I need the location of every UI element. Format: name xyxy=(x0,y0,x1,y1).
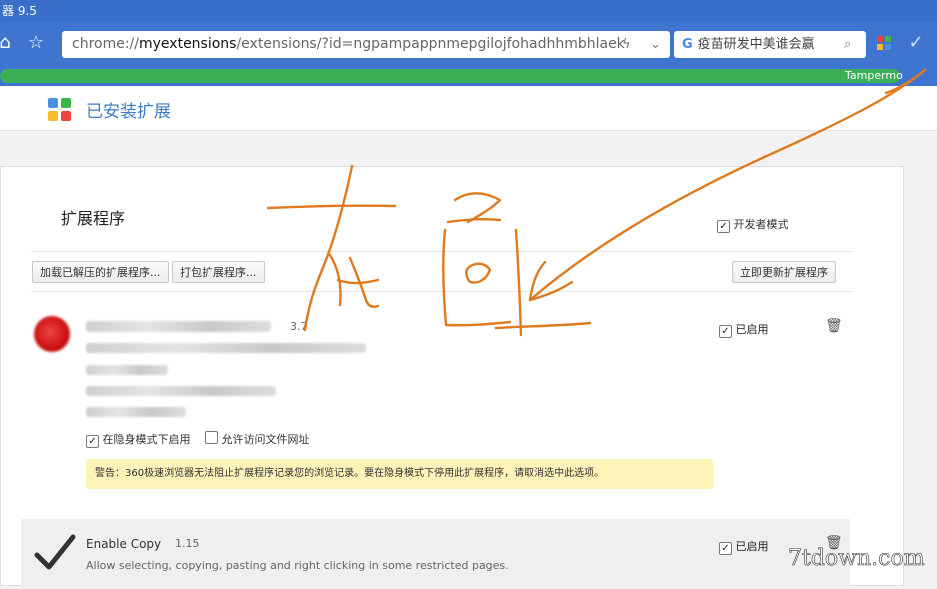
blurred-id-line xyxy=(86,386,276,396)
chevron-down-icon[interactable]: ⌄ xyxy=(650,31,661,58)
enabled-checkbox[interactable]: ✓ xyxy=(719,325,732,338)
search-box[interactable]: G 疫苗研发中美谁会赢 ⌕ xyxy=(674,31,866,58)
file-urls-checkbox[interactable] xyxy=(205,431,218,444)
extension-enabled-toggle[interactable]: ✓ 已启用 xyxy=(719,321,769,338)
blurred-details-link xyxy=(86,365,168,375)
apps-grid-icon[interactable] xyxy=(877,36,891,50)
update-extensions-button[interactable]: 立即更新扩展程序 xyxy=(732,261,836,283)
trash-icon[interactable]: 🗑 xyxy=(825,318,843,334)
incognito-warning: 警告：360极速浏览器无法阻止扩展程序记录您的浏览记录。要在隐身模式下停用此扩展… xyxy=(86,459,713,489)
incognito-checkbox[interactable]: ✓ xyxy=(86,435,99,448)
extension-icon-blurred xyxy=(34,316,70,352)
extension-version: 1.15 xyxy=(175,537,200,550)
extension-enabled-toggle[interactable]: ✓ 已启用 xyxy=(719,538,769,555)
divider xyxy=(31,251,851,252)
bookmark-bar: Tampermo xyxy=(0,66,937,86)
extension-version: 3.7 xyxy=(290,320,308,333)
divider xyxy=(31,291,851,292)
extensions-logo-icon xyxy=(48,98,72,122)
developer-mode-checkbox[interactable]: ✓ xyxy=(717,220,730,233)
file-urls-option[interactable]: 允许访问文件网址 xyxy=(205,431,310,447)
address-path: /extensions/?id=ngpampappnmepgilojfohadh… xyxy=(236,36,625,52)
address-host: myextensions xyxy=(139,36,237,52)
file-urls-label: 允许访问文件网址 xyxy=(221,433,310,446)
blurred-extension-name xyxy=(86,321,271,332)
page-header: 已安装扩展 xyxy=(0,86,937,131)
enabled-label: 已启用 xyxy=(735,540,769,553)
watermark: 7tdown.com xyxy=(788,546,925,572)
load-unpacked-button[interactable]: 加载已解压的扩展程序... xyxy=(32,261,169,283)
extension-description: Allow selecting, copying, pasting and ri… xyxy=(86,559,509,572)
page-title: 已安装扩展 xyxy=(86,102,171,122)
extensions-card: 扩展程序 ✓ 开发者模式 加载已解压的扩展程序... 打包扩展程序... 立即更… xyxy=(0,166,904,589)
developer-mode-toggle[interactable]: ✓ 开发者模式 xyxy=(717,216,789,233)
blurred-inspect-line xyxy=(86,407,186,417)
enabled-checkbox[interactable]: ✓ xyxy=(719,542,732,555)
enabled-label: 已启用 xyxy=(735,323,769,336)
section-title: 扩展程序 xyxy=(61,209,126,228)
browser-toolbar: ⌂ ☆ chrome://myextensions/extensions/?id… xyxy=(0,22,937,66)
incognito-label: 在隐身模式下启用 xyxy=(102,433,191,446)
checkmark-icon[interactable]: ✓ xyxy=(905,32,927,54)
window-title: 器 9.5 xyxy=(2,4,37,18)
developer-mode-label: 开发者模式 xyxy=(733,218,789,231)
lightning-icon[interactable]: ϟ xyxy=(622,31,631,58)
window-title-bar: 器 9.5 xyxy=(0,0,937,22)
search-icon[interactable]: ⌕ xyxy=(844,31,851,58)
bookmark-tampermonkey[interactable]: Tampermo xyxy=(845,66,903,86)
blurred-description xyxy=(86,343,366,353)
pack-extension-button[interactable]: 打包扩展程序... xyxy=(172,261,265,283)
incognito-option[interactable]: ✓ 在隐身模式下启用 xyxy=(86,431,191,448)
extension-item: Enable Copy 1.15 ✓ 已启用 🗑 Allow selecting… xyxy=(21,519,850,589)
extension-name: Enable Copy xyxy=(86,537,162,551)
checkmark-icon xyxy=(34,534,76,570)
address-prefix: chrome:// xyxy=(72,36,139,52)
search-text: 疫苗研发中美谁会赢 xyxy=(697,37,815,52)
redaction-scribble xyxy=(0,69,900,83)
home-icon[interactable]: ⌂ xyxy=(0,32,16,54)
bookmark-star-icon[interactable]: ☆ xyxy=(25,32,47,54)
google-icon: G xyxy=(682,37,693,52)
address-bar[interactable]: chrome://myextensions/extensions/?id=ngp… xyxy=(62,31,670,58)
